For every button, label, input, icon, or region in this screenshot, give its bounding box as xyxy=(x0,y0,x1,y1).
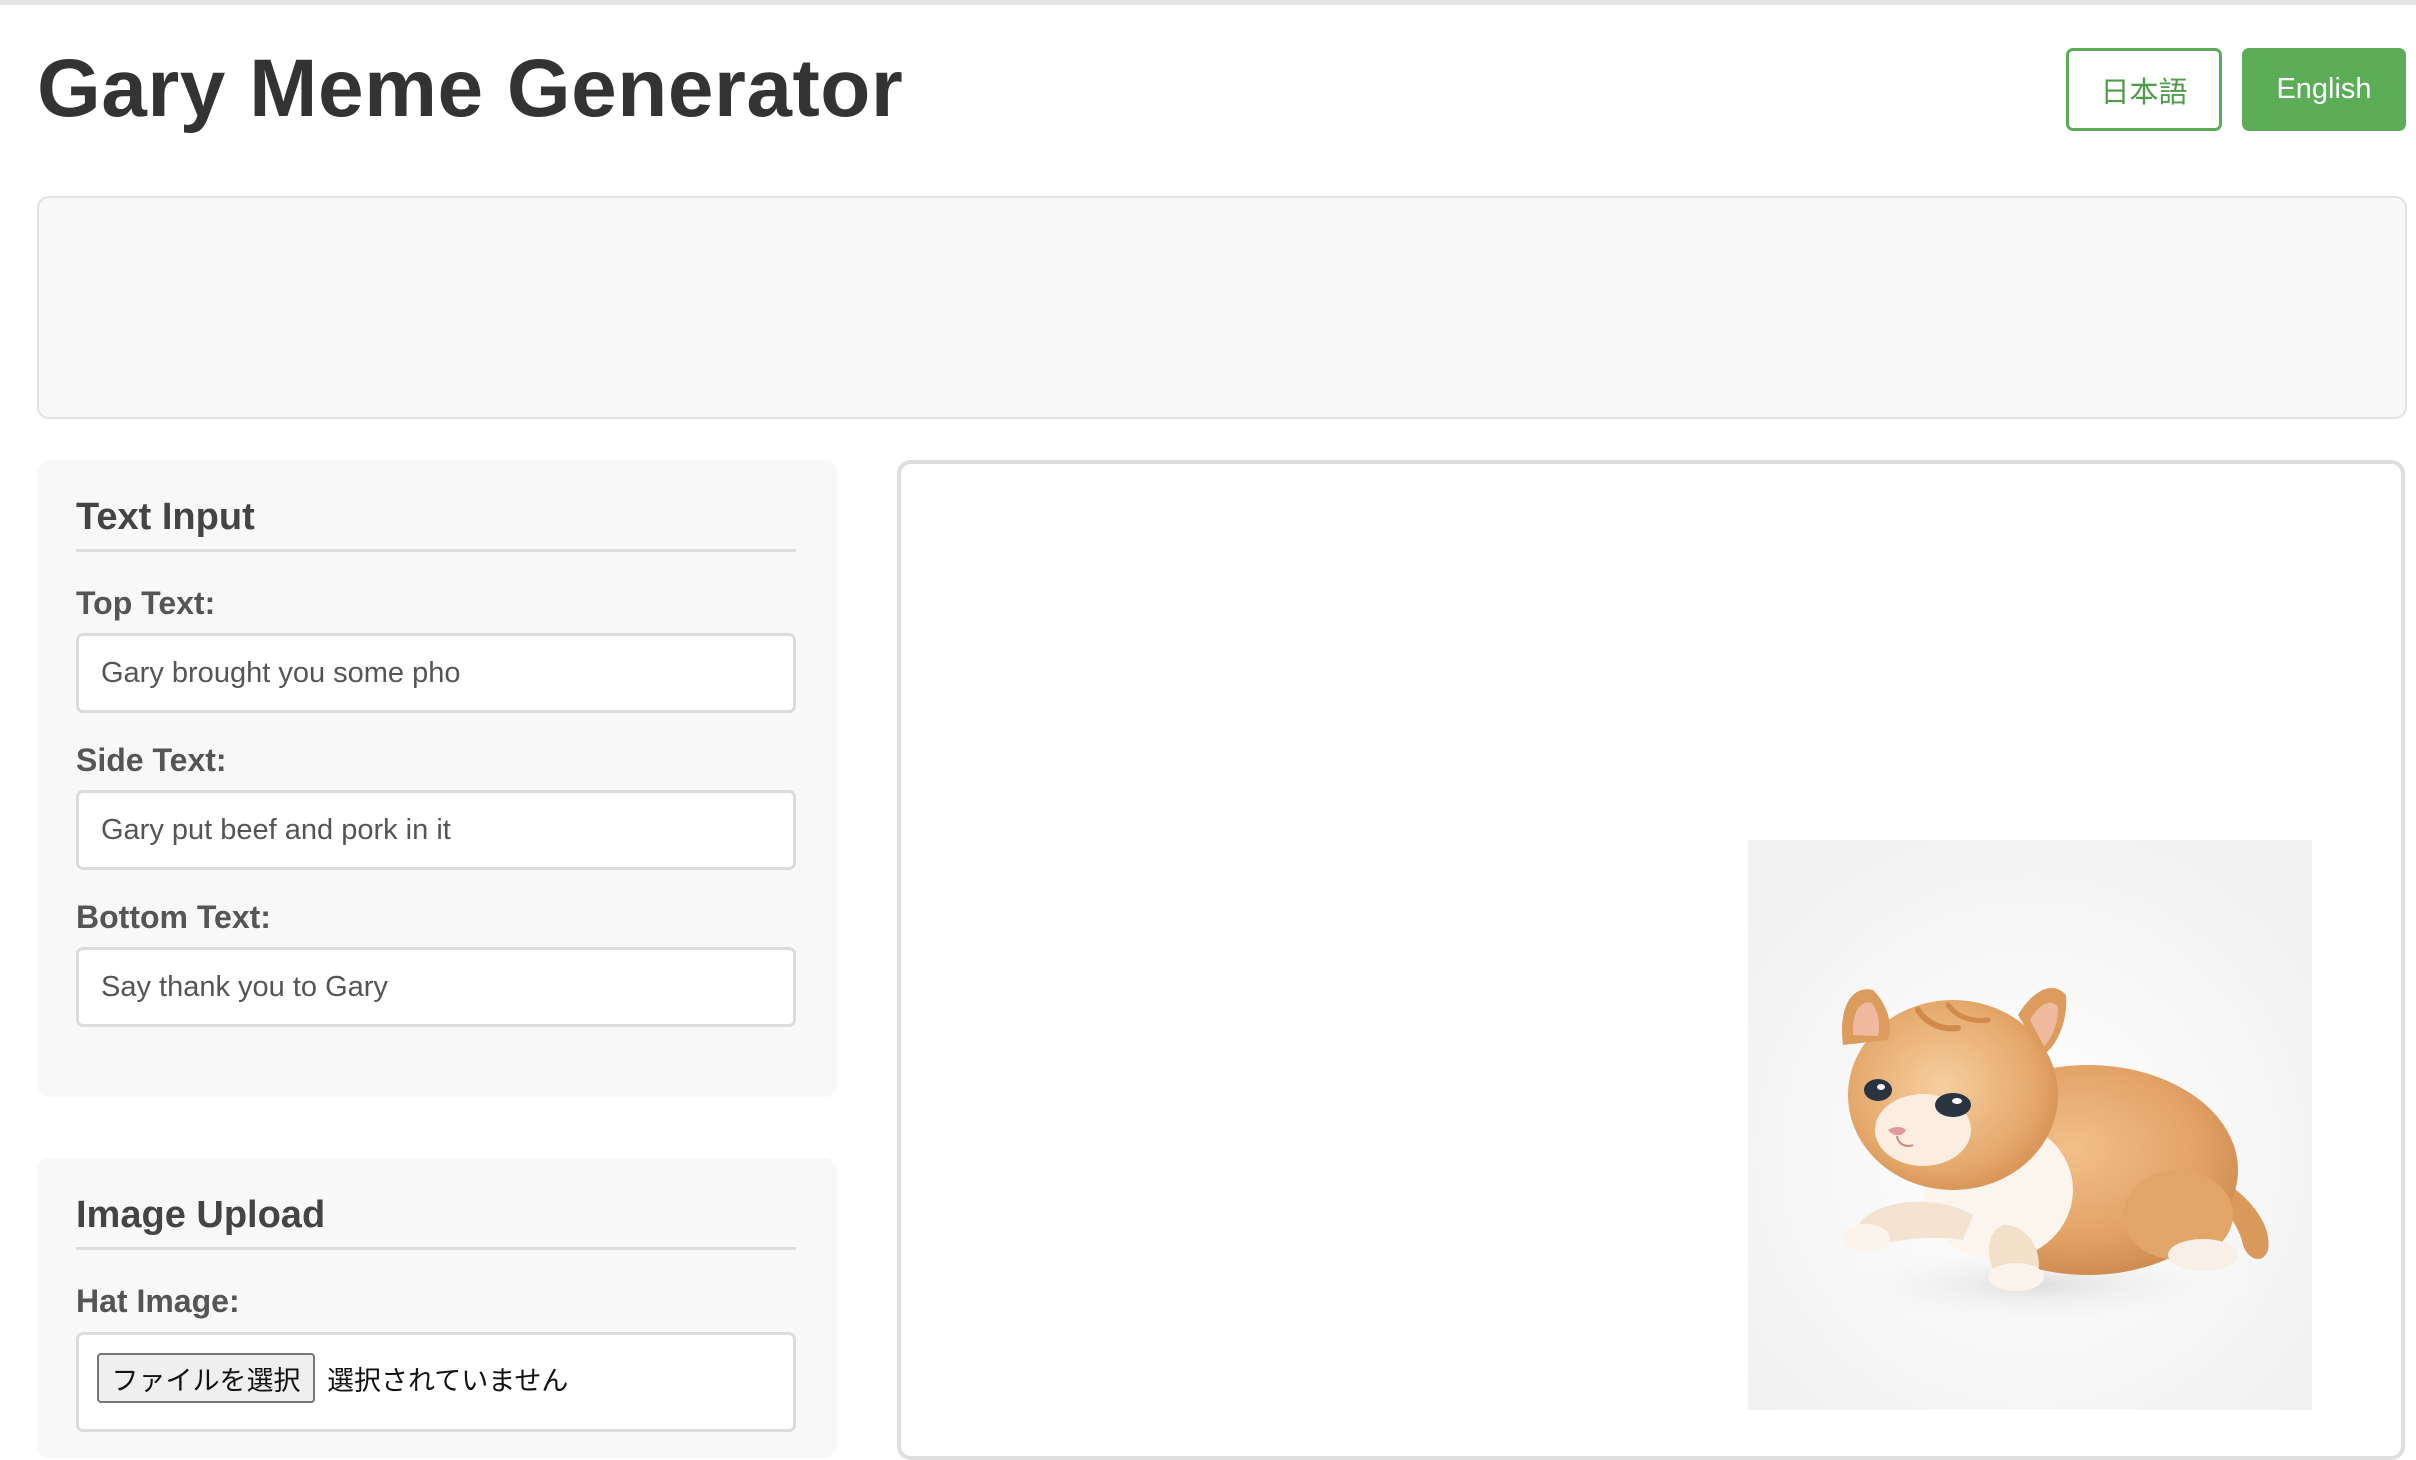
image-upload-heading: Image Upload xyxy=(76,1194,796,1250)
bottom-text-label: Bottom Text: xyxy=(76,899,271,935)
meme-preview-canvas[interactable] xyxy=(897,460,2405,1460)
hat-image-file-input: ファイルを選択 選択されていません xyxy=(76,1332,796,1432)
side-text-label: Side Text: xyxy=(76,742,227,778)
image-upload-panel: Image Upload Hat Image: ファイルを選択 選択されていませ… xyxy=(37,1158,837,1458)
top-text-label: Top Text: xyxy=(76,585,216,621)
hat-image-label: Hat Image: xyxy=(76,1283,240,1319)
bottom-text-input[interactable] xyxy=(76,947,796,1027)
file-status-text: 選択されていません xyxy=(327,1366,569,1397)
top-text-input[interactable] xyxy=(76,633,796,713)
text-input-heading: Text Input xyxy=(76,496,796,552)
page-title: Gary Meme Generator xyxy=(37,43,904,134)
language-japanese-button[interactable]: 日本語 xyxy=(2066,48,2222,131)
ad-banner xyxy=(37,196,2407,419)
choose-file-button[interactable]: ファイルを選択 xyxy=(97,1353,315,1403)
window-top-edge xyxy=(0,0,2416,5)
side-text-input[interactable] xyxy=(76,790,796,870)
language-english-button[interactable]: English xyxy=(2242,48,2406,131)
kitten-image xyxy=(1748,840,2312,1410)
text-input-panel: Text Input Top Text: Side Text: Bottom T… xyxy=(37,460,837,1097)
